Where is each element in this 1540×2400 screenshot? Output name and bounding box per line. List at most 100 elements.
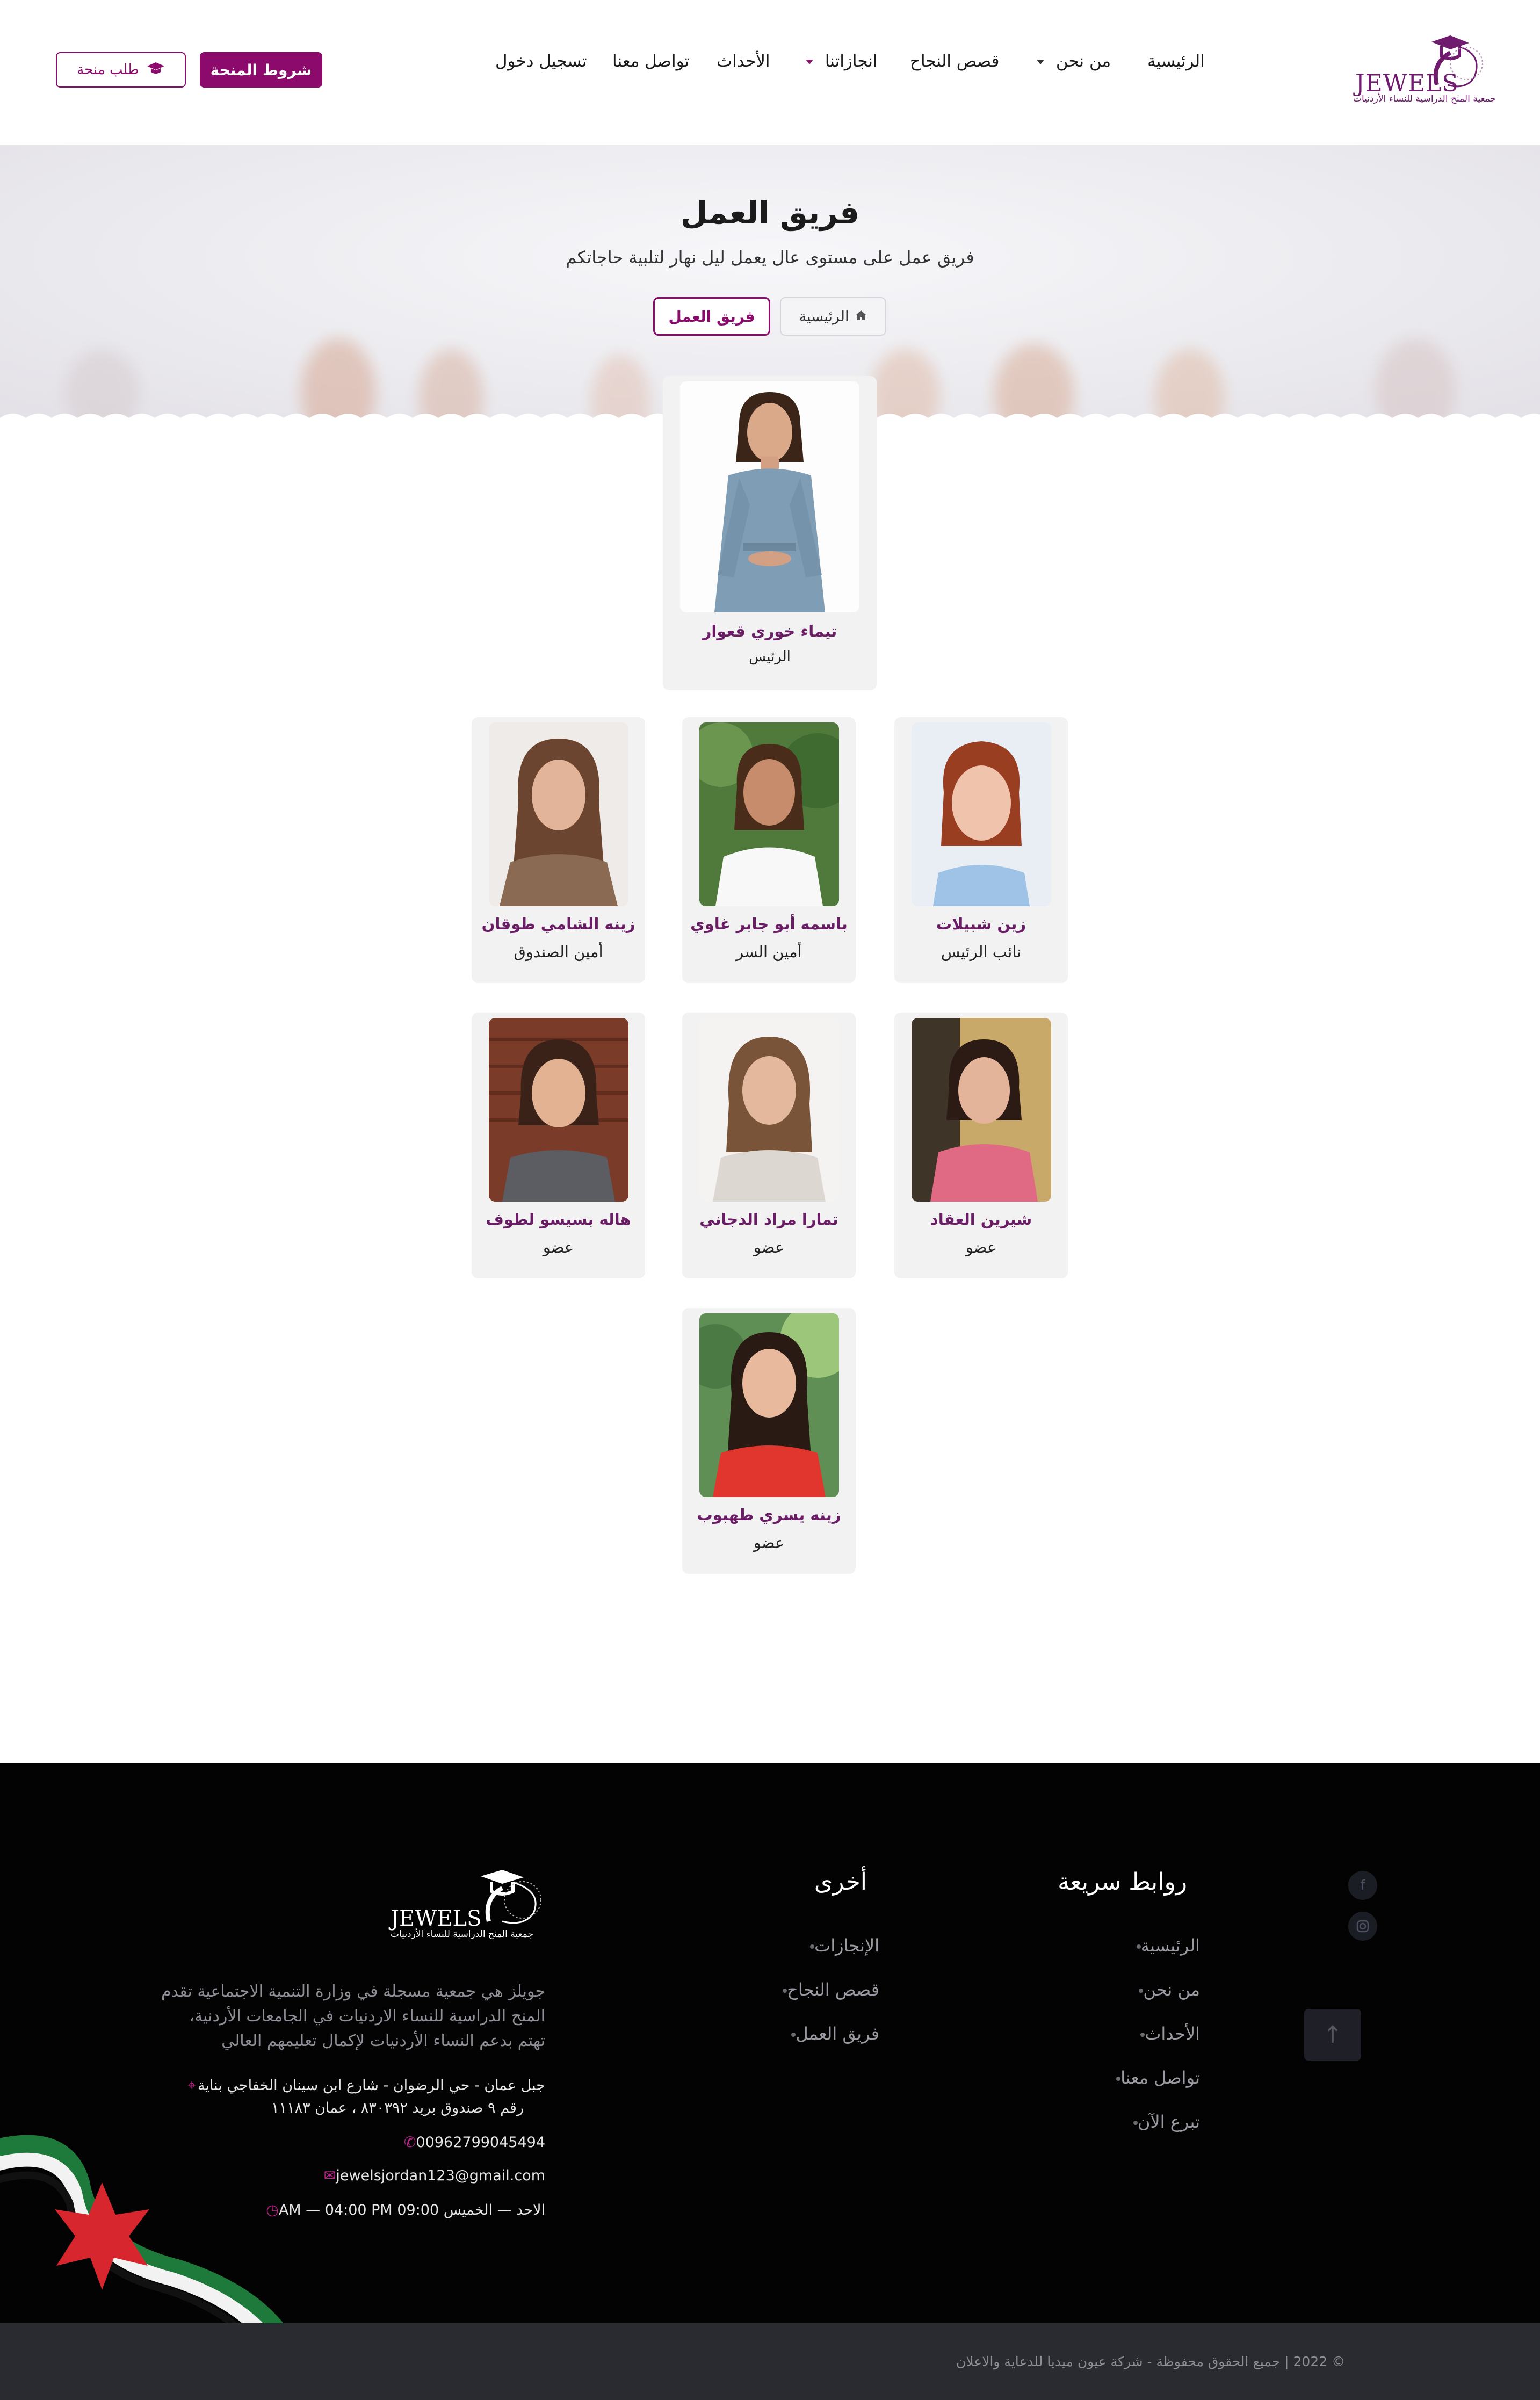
address-line: رقم ٩ صندوق بريد ٨٣٠٣٩٢ ، عمان ١١١٨٣ — [271, 2100, 524, 2116]
team-card[interactable]: تيماء خوري قعوار الرئيس — [663, 376, 877, 690]
opening-hours: الاحد — الخميس 09:00 AM — 04:00 PM — [278, 2202, 545, 2218]
team-card[interactable]: باسمه أبو جابر غاوي أمين السر — [682, 717, 856, 983]
member-photo — [489, 1018, 628, 1202]
other-links-title: أخرى — [814, 1868, 867, 1896]
nav-achievements-label: انجازاتنا — [825, 52, 878, 71]
member-name: زينه الشامي طوقان — [481, 915, 635, 933]
footer-link[interactable]: فريق العمل — [783, 2023, 879, 2044]
breadcrumb-current[interactable]: فريق العمل — [653, 297, 770, 336]
footer-link[interactable]: تواصل معنا — [1108, 2068, 1200, 2088]
member-photo — [699, 722, 839, 906]
member-name: شيرين العقاد — [930, 1210, 1032, 1228]
nav-about-label: من نحن — [1055, 52, 1111, 71]
chevron-down-icon — [806, 60, 813, 64]
nav-events[interactable]: الأحداث — [717, 52, 770, 75]
about-line: تهتم بدعم النساء الأردنيات لإكمال تعليمه… — [221, 2032, 545, 2050]
footer-link[interactable]: الأحداث — [1132, 2023, 1200, 2044]
page-title: فريق العمل — [680, 194, 860, 231]
facebook-icon[interactable]: f — [1348, 1871, 1377, 1900]
page-subtitle: فريق عمل على مستوى عال يعمل ليل نهار لتل… — [566, 247, 974, 268]
footer-link-label: الإنجازات — [814, 1935, 879, 1956]
breadcrumb-home[interactable]: الرئيسية — [780, 297, 886, 336]
member-photo — [680, 381, 859, 612]
nav-home[interactable]: الرئيسية — [1147, 52, 1205, 75]
copyright-text: © 2022 | جميع الحقوق محفوظة - شركة عيون … — [956, 2354, 1346, 2369]
team-card[interactable]: هاله بسيسو لطوف عضو — [472, 1013, 645, 1278]
member-photo — [489, 722, 628, 906]
footer-email[interactable]: jewelsjordan123@gmail.com✉ — [314, 2165, 545, 2187]
member-name: هاله بسيسو لطوف — [486, 1210, 631, 1228]
footer-hours: الاحد — الخميس 09:00 AM — 04:00 PM◷ — [257, 2199, 545, 2222]
member-role: نائب الرئيس — [941, 943, 1022, 961]
nav-login[interactable]: تسجيل دخول — [495, 52, 587, 75]
member-name: تمارا مراد الدجاني — [699, 1210, 838, 1228]
map-pin-icon: ⌖ — [187, 2077, 196, 2094]
team-card[interactable]: زينه يسري طهبوب عضو — [682, 1308, 856, 1574]
envelope-icon: ✉ — [323, 2167, 336, 2184]
member-photo — [699, 1018, 839, 1202]
bullet-icon — [1133, 2121, 1138, 2125]
footer-logo-wordmark: JEWELS — [391, 1906, 482, 1931]
team-card[interactable]: زين شبيلات نائب الرئيس — [894, 717, 1068, 983]
footer-link-label: من نحن — [1143, 1979, 1200, 2000]
phone-icon: ✆ — [403, 2134, 416, 2151]
nav-success-stories[interactable]: قصص النجاح — [910, 52, 999, 75]
member-name: زين شبيلات — [936, 915, 1026, 933]
graduation-cap-icon — [147, 61, 165, 79]
footer-link[interactable]: الرئيسية — [1128, 1935, 1200, 1956]
footer-link-label: فريق العمل — [796, 2023, 879, 2044]
site-logo[interactable]: JEWELS جمعية المنح الدراسية للنساء الأرد… — [1351, 31, 1496, 112]
member-name: تيماء خوري قعوار — [702, 622, 837, 640]
member-photo — [699, 1313, 839, 1497]
phone-number: 00962799045494 — [416, 2134, 546, 2151]
footer-link[interactable]: قصص النجاح — [774, 1979, 879, 2000]
footer-link[interactable]: من نحن — [1130, 1979, 1200, 2000]
instagram-icon[interactable] — [1348, 1912, 1377, 1941]
member-role: عضو — [543, 1238, 574, 1256]
quick-links-title: روابط سريعة — [1058, 1868, 1187, 1896]
team-card[interactable]: شيرين العقاد عضو — [894, 1013, 1068, 1278]
footer-logo-subtitle: جمعية المنح الدراسية للنساء الأردنيات — [391, 1929, 533, 1940]
member-role: الرئيس — [749, 649, 791, 665]
bullet-icon — [810, 1944, 815, 1949]
clock-icon: ◷ — [266, 2202, 279, 2218]
member-name: زينه يسري طهبوب — [697, 1506, 841, 1524]
email-address: jewelsjordan123@gmail.com — [336, 2167, 545, 2184]
logo-subtitle: جمعية المنح الدراسية للنساء الأردنيات — [1353, 93, 1496, 104]
footer-logo: JEWELS جمعية المنح الدراسية للنساء الأرد… — [389, 1868, 551, 1959]
footer-link-label: الأحداث — [1145, 2023, 1200, 2044]
home-icon — [855, 308, 867, 325]
back-to-top-button[interactable]: ↑ — [1304, 2009, 1361, 2061]
site-header: JEWELS جمعية المنح الدراسية للنساء الأرد… — [0, 0, 1540, 145]
member-name: باسمه أبو جابر غاوي — [690, 915, 848, 933]
breadcrumb-home-label: الرئيسية — [799, 308, 849, 325]
member-role: أمين السر — [736, 943, 802, 961]
apply-scholarship-button[interactable]: طلب منحة — [56, 52, 186, 88]
team-card[interactable]: تمارا مراد الدجاني عضو — [682, 1013, 856, 1278]
apply-button-label: طلب منحة — [77, 62, 139, 78]
member-role: عضو — [753, 1534, 785, 1552]
scholarship-terms-button[interactable]: شروط المنحة — [200, 52, 322, 88]
footer-link-label: تبرع الآن — [1137, 2112, 1200, 2132]
footer-about: جويلز هي جمعية مسجلة في وزارة التنمية ال… — [145, 1979, 545, 2054]
about-line: جويلز هي جمعية مسجلة في وزارة التنمية ال… — [161, 1982, 545, 2001]
team-card[interactable]: زينه الشامي طوقان أمين الصندوق — [472, 717, 645, 983]
footer-link-label: قصص النجاح — [787, 1979, 879, 2000]
member-role: عضو — [753, 1238, 785, 1256]
member-photo — [912, 1018, 1051, 1202]
footer-address: جبل عمان - حي الرضوان - شارع ابن سينان ا… — [176, 2074, 545, 2120]
address-line: جبل عمان - حي الرضوان - شارع ابن سينان ا… — [197, 2077, 545, 2094]
footer-link[interactable]: تبرع الآن — [1125, 2112, 1200, 2132]
nav-about[interactable]: من نحن — [1037, 52, 1111, 75]
footer-link[interactable]: الإنجازات — [801, 1935, 879, 1956]
chevron-down-icon — [1037, 60, 1044, 64]
arrow-up-icon: ↑ — [1322, 2021, 1343, 2049]
member-role: أمين الصندوق — [514, 943, 603, 961]
nav-contact[interactable]: تواصل معنا — [612, 52, 689, 75]
member-role: عضو — [965, 1238, 997, 1256]
nav-achievements[interactable]: انجازاتنا — [806, 52, 878, 75]
footer-phone[interactable]: 00962799045494✆ — [395, 2131, 546, 2154]
footer-link-label: تواصل معنا — [1120, 2068, 1200, 2088]
bullet-icon — [1116, 2077, 1121, 2081]
bullet-icon — [1136, 1944, 1141, 1949]
